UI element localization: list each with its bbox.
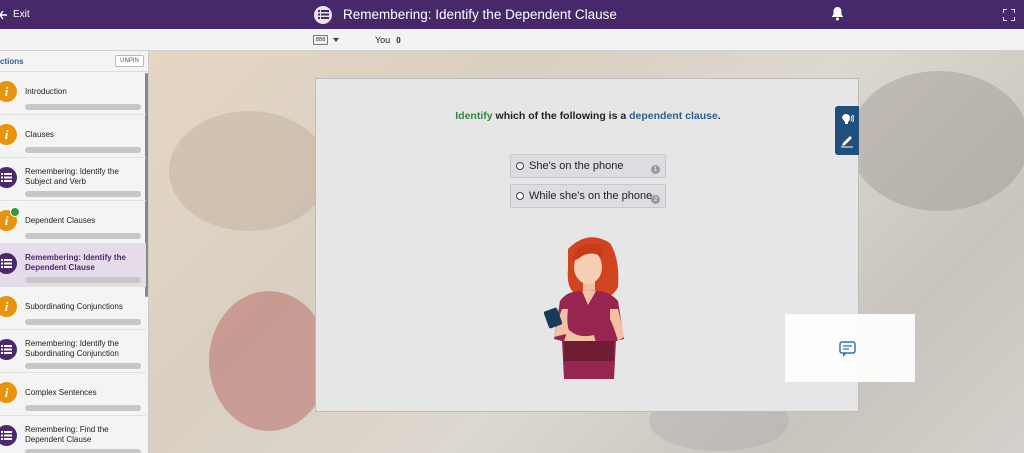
exit-label: Exit	[13, 9, 30, 20]
unpin-button[interactable]: UNPIN	[115, 55, 144, 67]
sidebar-item-label: Clauses	[25, 130, 54, 139]
sidebar-item-identify-dependent-clause[interactable]: Remembering: Identify the Dependent Clau…	[0, 244, 146, 287]
sidebar-item-identify-subordinating-conjunction[interactable]: Remembering: Identify the Subordinating …	[0, 330, 146, 373]
info-icon: i	[0, 296, 17, 317]
exit-button[interactable]: Exit	[0, 0, 30, 29]
sidebar-item-label: Introduction	[25, 87, 67, 96]
question-verb: Identify	[455, 110, 493, 122]
answer-option-2[interactable]: While she's on the phone 2	[510, 184, 666, 208]
bell-icon[interactable]	[831, 6, 844, 26]
info-icon: i	[0, 81, 17, 102]
sidebar-item-dependent-clauses[interactable]: i Dependent Clauses	[0, 201, 146, 244]
question-text: Identify which of the following is a dep…	[316, 110, 860, 122]
user-label: You	[375, 35, 391, 45]
radio-icon[interactable]	[516, 192, 524, 200]
side-tools	[835, 106, 859, 155]
sidebar-item-label: Subordinating Conjunctions	[25, 302, 123, 311]
radio-icon[interactable]	[516, 162, 524, 170]
sidebar-item-label: Remembering: Identify the Subject and Ve…	[25, 167, 119, 186]
progress-bar	[25, 233, 141, 239]
sidebar-item-label: Remembering: Find the Dependent Clause	[25, 425, 109, 444]
progress-bar	[25, 147, 141, 153]
question-card: Identify which of the following is a dep…	[315, 78, 859, 412]
option-number: 2	[651, 195, 660, 204]
progress-bar	[25, 104, 141, 110]
list-icon	[0, 425, 17, 446]
edit-icon[interactable]	[839, 133, 855, 149]
exit-icon	[0, 9, 8, 21]
sidebar-item-subordinating-conjunctions[interactable]: i Subordinating Conjunctions	[0, 287, 146, 330]
page-title: Remembering: Identify the Dependent Clau…	[343, 7, 617, 22]
progress-bar	[25, 449, 141, 453]
progress-bar	[25, 363, 141, 369]
progress-bar	[25, 191, 141, 197]
info-icon: i	[0, 124, 17, 145]
sidebar-header: ctions UNPIN	[0, 51, 148, 72]
sidebar-item-introduction[interactable]: i Introduction	[0, 72, 146, 115]
sections-sidebar: ctions UNPIN i Introduction i Clauses Re…	[0, 51, 149, 453]
list-icon[interactable]	[314, 5, 332, 24]
sidebar-item-complex-sentences[interactable]: i Complex Sentences	[0, 373, 146, 416]
sidebar-item-clauses[interactable]: i Clauses	[0, 115, 146, 158]
comment-icon[interactable]	[838, 341, 858, 358]
question-middle: which of the following is a	[492, 110, 630, 122]
sidebar-item-label: Remembering: Identify the Subordinating …	[25, 339, 119, 358]
list-icon	[0, 339, 17, 360]
sidebar-item-label: Remembering: Identify the Dependent Clau…	[25, 253, 126, 272]
progress-bar	[25, 277, 141, 283]
sidebar-item-find-dependent-clause[interactable]: Remembering: Find the Dependent Clause	[0, 416, 146, 453]
progress-bar	[25, 319, 141, 325]
answer-option-1[interactable]: She's on the phone 1	[510, 154, 666, 178]
chevron-down-icon[interactable]	[333, 38, 339, 42]
badge-dropdown[interactable]: 888	[313, 35, 328, 45]
feedback-panel	[785, 314, 915, 382]
sidebar-item-label: Complex Sentences	[25, 388, 97, 397]
status-bar: 888 You 0	[0, 29, 1024, 51]
option-number: 1	[651, 165, 660, 174]
sidebar-item-label: Dependent Clauses	[25, 216, 96, 225]
question-end: .	[717, 110, 721, 122]
score-value: 0	[396, 36, 401, 45]
question-term: dependent clause	[629, 110, 718, 122]
option-label: She's on the phone	[529, 160, 624, 172]
info-icon: i	[0, 382, 17, 403]
top-bar: Exit Remembering: Identify the Dependent…	[0, 0, 1024, 29]
user-score: You 0	[375, 35, 401, 45]
woman-with-phone-illustration	[543, 237, 624, 379]
check-icon	[10, 207, 20, 217]
list-icon	[0, 253, 17, 274]
option-label: While she's on the phone	[529, 190, 653, 202]
sidebar-item-identify-subject-verb[interactable]: Remembering: Identify the Subject and Ve…	[0, 158, 146, 201]
speak-icon[interactable]	[839, 111, 855, 127]
title-area: Remembering: Identify the Dependent Clau…	[314, 0, 617, 29]
fullscreen-icon[interactable]	[1002, 8, 1016, 26]
list-icon	[0, 167, 17, 188]
progress-bar	[25, 405, 141, 411]
sidebar-title: ctions	[0, 57, 24, 66]
